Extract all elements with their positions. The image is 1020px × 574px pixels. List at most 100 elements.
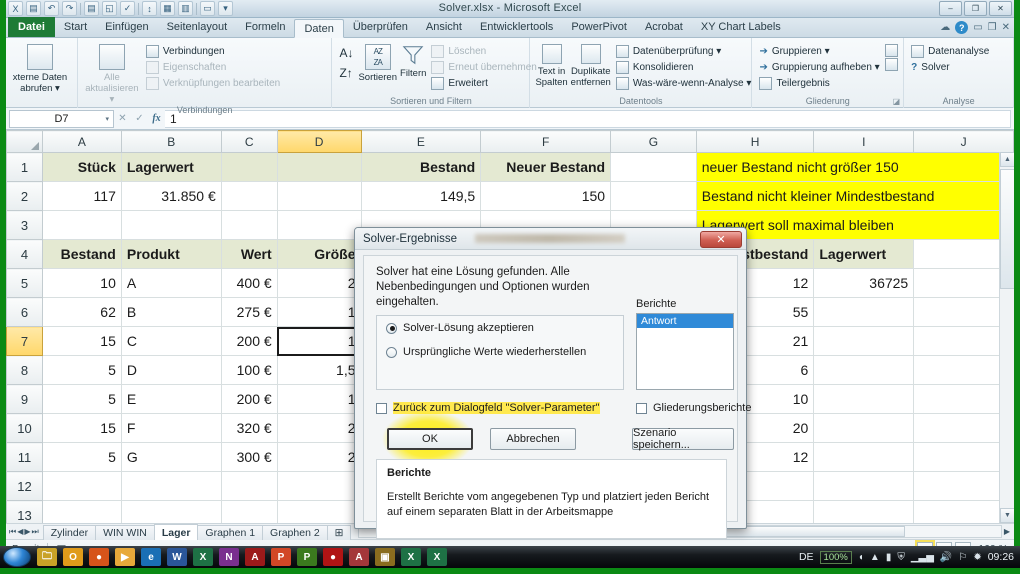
verknuepfungen-bearbeiten-button[interactable]: Verknüpfungen bearbeiten: [144, 75, 282, 91]
solver-results-dialog[interactable]: Solver-Ergebnisse ✕ Solver hat eine Lösu…: [354, 227, 751, 539]
security-icon[interactable]: ⛨: [897, 552, 905, 563]
grid-cell[interactable]: Lagerwert: [120, 152, 222, 182]
grid-cell[interactable]: 31.850 €: [120, 181, 222, 211]
name-box[interactable]: D7 ▾: [9, 109, 114, 128]
grid-cell[interactable]: E: [120, 384, 222, 414]
grid-cell[interactable]: 149,5: [360, 181, 482, 211]
duplikate-entfernen-button[interactable]: Duplikate entfernen: [571, 41, 611, 88]
col-header-H[interactable]: H: [695, 130, 815, 153]
grid-cell[interactable]: 15: [41, 326, 122, 356]
grid-cell[interactable]: 100 €: [220, 355, 278, 385]
sort-descending-button[interactable]: Z↑: [337, 65, 355, 81]
save-scenario-button[interactable]: Szenario speichern...: [632, 427, 734, 451]
ribbon-tab-strip[interactable]: Datei Start Einfügen Seitenlayout Formel…: [6, 17, 1014, 38]
show-detail-icon[interactable]: [885, 44, 899, 57]
grid-cell[interactable]: 36725: [813, 268, 915, 298]
gruppierung-aufheben-button[interactable]: ➔ Gruppierung aufheben ▾: [757, 59, 882, 75]
cancel-button[interactable]: Abbrechen: [490, 428, 576, 450]
row-header-3[interactable]: 3: [6, 210, 43, 240]
reports-list[interactable]: Antwort: [636, 313, 734, 390]
grid-cell[interactable]: [41, 210, 122, 240]
sheet-tab-zylinder[interactable]: Zylinder: [42, 524, 97, 540]
grid-cell[interactable]: 5: [41, 384, 122, 414]
grid-cell[interactable]: 150: [480, 181, 612, 211]
last-sheet-icon[interactable]: ⏭: [32, 527, 39, 537]
row-header-8[interactable]: 8: [6, 355, 43, 385]
grid-cell[interactable]: Bestand: [360, 152, 482, 182]
grid-cell[interactable]: 1: [276, 297, 362, 327]
clock[interactable]: 09:26: [988, 551, 1014, 563]
row-header-6[interactable]: 6: [6, 297, 43, 327]
show-hidden-icons[interactable]: ▲: [870, 552, 880, 563]
grid-cell[interactable]: [120, 500, 222, 523]
ok-button[interactable]: OK: [387, 428, 473, 450]
checkbox-return-to-parameters[interactable]: Zurück zum Dialogfeld "Solver-Parameter": [376, 402, 600, 414]
col-header-C[interactable]: C: [220, 130, 278, 153]
first-sheet-icon[interactable]: ⏮: [9, 527, 16, 537]
col-header-E[interactable]: E: [360, 130, 482, 153]
tab-seitenlayout[interactable]: Seitenlayout: [158, 18, 237, 37]
ribbon-collapse-icon[interactable]: ▭: [973, 22, 982, 33]
alle-aktualisieren-button[interactable]: Alle aktualisieren ▾: [83, 41, 141, 105]
grid-cell[interactable]: [276, 181, 362, 211]
grid-cell[interactable]: Größe: [276, 239, 362, 269]
tab-formeln[interactable]: Formeln: [236, 18, 294, 37]
tab-einfuegen[interactable]: Einfügen: [96, 18, 157, 37]
filtern-button[interactable]: Filtern: [400, 41, 426, 79]
grid-cell[interactable]: 1: [276, 326, 362, 356]
grid-cell[interactable]: Lagerwert: [813, 239, 915, 269]
grid-cell[interactable]: [813, 297, 915, 327]
radio-accept-solution[interactable]: Solver-Lösung akzeptieren: [377, 316, 623, 340]
konsolidieren-button[interactable]: Konsolidieren: [614, 59, 754, 75]
volume-icon[interactable]: 🔊: [940, 552, 952, 563]
vertical-scroll-thumb[interactable]: [1000, 169, 1014, 289]
row-header-13[interactable]: 13: [6, 500, 43, 523]
tab-xy-chart-labels[interactable]: XY Chart Labels: [692, 18, 790, 37]
sheet-tabs[interactable]: Zylinder WIN WIN Lager Graphen 1 Graphen…: [42, 523, 352, 540]
network-icon[interactable]: ▮: [886, 552, 892, 563]
grid-cell[interactable]: 2: [276, 268, 362, 298]
grid-cell[interactable]: 400 €: [220, 268, 278, 298]
row-header-7[interactable]: 7: [6, 326, 43, 356]
grid-cell[interactable]: [41, 500, 122, 523]
zoom-badge[interactable]: 100%: [819, 550, 852, 564]
tab-ansicht[interactable]: Ansicht: [417, 18, 471, 37]
help-icon[interactable]: ?: [955, 21, 969, 34]
vertical-scrollbar[interactable]: ▲ ▼: [999, 152, 1014, 523]
checkbox-outline-reports[interactable]: Gliederungsberichte: [636, 402, 751, 414]
col-header-G[interactable]: G: [610, 130, 697, 153]
erneut-uebernehmen-button[interactable]: Erneut übernehmen: [429, 59, 538, 75]
grid-cell[interactable]: [610, 181, 697, 211]
text-in-spalten-button[interactable]: Text in Spalten: [535, 41, 568, 88]
explorer-icon[interactable]: 🗀: [37, 548, 57, 566]
row-header-11[interactable]: 11: [6, 442, 43, 472]
col-header-A[interactable]: A: [41, 130, 122, 153]
access-icon[interactable]: A: [349, 548, 369, 566]
grid-cell[interactable]: [276, 152, 362, 182]
grid-cell[interactable]: 5: [41, 355, 122, 385]
grid-cell[interactable]: [220, 500, 278, 523]
grid-cell[interactable]: 5: [41, 442, 122, 472]
updates-icon[interactable]: ✹: [973, 552, 981, 563]
tab-ueberpruefen[interactable]: Überprüfen: [344, 18, 417, 37]
tab-acrobat[interactable]: Acrobat: [636, 18, 692, 37]
teilergebnis-button[interactable]: Teilergebnis: [757, 75, 882, 91]
grid-cell[interactable]: [610, 152, 697, 182]
grid-cell[interactable]: 320 €: [220, 413, 278, 443]
minimize-button[interactable]: –: [939, 1, 962, 16]
doc-restore-icon[interactable]: ❐: [988, 22, 997, 33]
grid-cell[interactable]: 1: [276, 384, 362, 414]
system-tray[interactable]: DE 100% ◖ ▲ ▮ ⛨ ▁▃▅ 🔊 ⚐ ✹ 09:26: [799, 550, 1020, 564]
grid-cell[interactable]: [276, 471, 362, 501]
grid-cell[interactable]: [813, 413, 915, 443]
sheet-tab-graphen-1[interactable]: Graphen 1: [197, 524, 264, 540]
tab-datei[interactable]: Datei: [8, 17, 55, 37]
hscroll-right-icon[interactable]: ▶: [1004, 527, 1014, 536]
datenanalyse-button[interactable]: Datenanalyse: [909, 43, 991, 59]
grid-cell[interactable]: Bestand: [41, 239, 122, 269]
onenote-icon[interactable]: N: [219, 548, 239, 566]
grid-cell[interactable]: [813, 326, 915, 356]
grid-cell[interactable]: A: [120, 268, 222, 298]
loeschen-button[interactable]: Löschen: [429, 43, 538, 59]
word-icon[interactable]: W: [167, 548, 187, 566]
